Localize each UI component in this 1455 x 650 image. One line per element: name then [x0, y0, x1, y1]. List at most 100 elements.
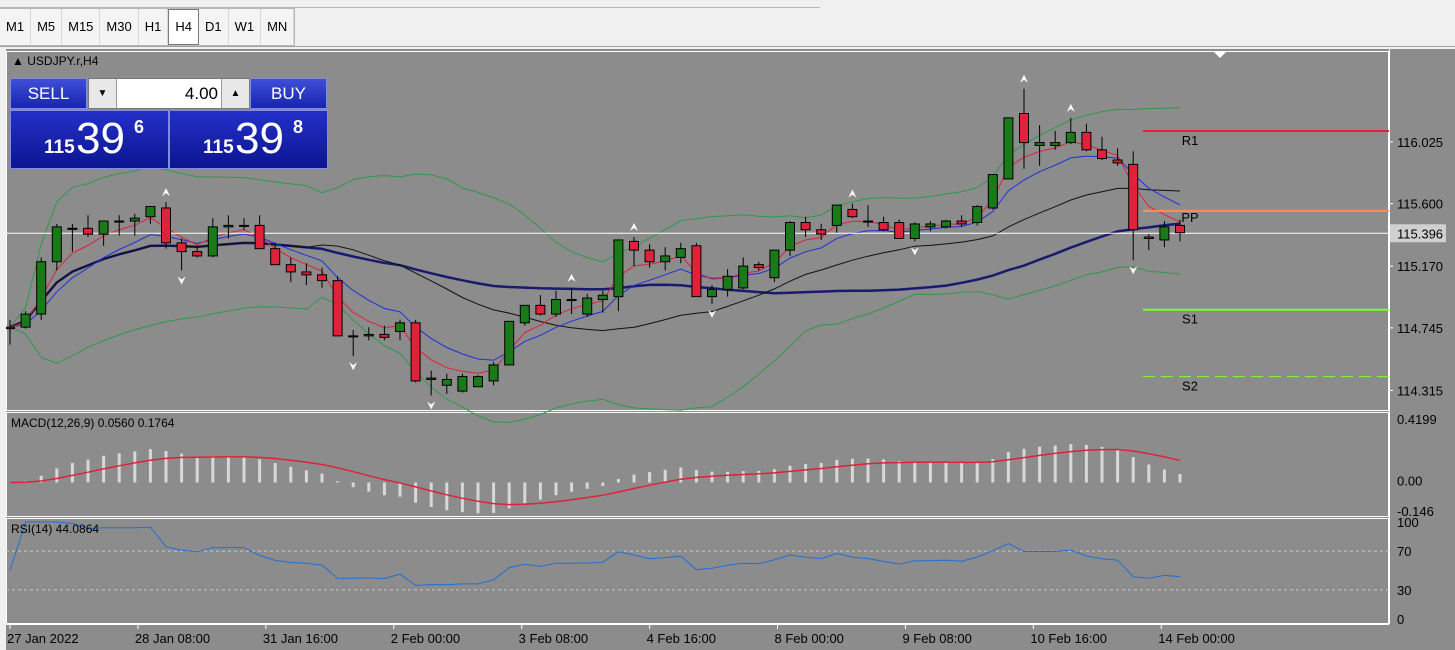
chart-shift-icon: [1213, 51, 1227, 58]
time-axis-label: 4 Feb 16:00: [647, 631, 716, 646]
candle: [660, 247, 671, 271]
candle: [987, 174, 998, 210]
candle-body: [1003, 117, 1014, 180]
candle-body: [566, 299, 577, 302]
candle: [535, 295, 546, 316]
candle-body: [753, 264, 764, 269]
candle: [129, 213, 140, 236]
candle-body: [785, 222, 795, 251]
candle-body: [941, 220, 951, 228]
candle: [909, 222, 920, 242]
fractal-up-icon: [567, 273, 576, 282]
candle-body: [1034, 142, 1045, 146]
timeframe-d1[interactable]: D1: [199, 9, 229, 45]
fractal-down-icon: [1129, 266, 1138, 275]
rsi-title: RSI(14) 44.0864: [11, 522, 99, 536]
candle-body: [36, 261, 47, 315]
lot-decrease-icon[interactable]: ▼: [89, 79, 117, 108]
candle: [504, 320, 515, 366]
candle-body: [675, 248, 686, 258]
macd-signal-line: [9, 448, 1181, 506]
rsi-axis-label: 100: [1397, 515, 1419, 530]
current-price-tag-label: 115.396: [1397, 226, 1443, 241]
candle: [878, 216, 889, 232]
candle-body: [972, 206, 983, 224]
candle-body: [660, 255, 671, 263]
candle-body: [1175, 224, 1185, 234]
lot-size-input[interactable]: [118, 79, 218, 108]
candle-body: [363, 333, 374, 337]
candle: [785, 221, 795, 256]
candle-body: [67, 227, 78, 230]
candle-body: [551, 299, 561, 315]
candle-body: [1081, 131, 1092, 151]
candle: [145, 206, 156, 224]
timeframe-h1[interactable]: H1: [139, 9, 169, 45]
candle: [410, 319, 421, 383]
candle: [816, 223, 827, 240]
candle-body: [1143, 236, 1154, 239]
candle-body: [831, 204, 842, 226]
ask-price-box[interactable]: 115 39 8: [169, 110, 328, 169]
time-axis-label: 9 Feb 08:00: [902, 631, 971, 646]
pivot-r1-label: R1: [1182, 133, 1199, 148]
candle-body: [207, 226, 218, 257]
time-axis-label: 2 Feb 00:00: [391, 631, 460, 646]
candle-body: [285, 264, 296, 273]
candle-body: [738, 265, 749, 289]
timeframe-w1[interactable]: W1: [229, 9, 262, 45]
candle-body: [816, 229, 827, 235]
candle-body: [1159, 226, 1170, 241]
candle: [847, 203, 858, 219]
candle: [894, 219, 905, 239]
pivot-s2-label: S2: [1182, 379, 1198, 394]
timeframe-m15[interactable]: M15: [62, 9, 101, 45]
timeframe-m1[interactable]: M1: [0, 9, 32, 45]
ask-price-big: 39: [235, 114, 284, 163]
ask-price-pip: 8: [293, 117, 304, 137]
bid-price-box[interactable]: 115 39 6: [10, 110, 169, 169]
pivot-pp-label: PP: [1181, 210, 1198, 225]
candle-body: [800, 222, 811, 231]
candle: [691, 242, 702, 298]
lot-increase-icon[interactable]: ▲: [221, 79, 249, 108]
candle-body: [987, 174, 998, 209]
time-axis-label: 28 Jan 08:00: [135, 631, 210, 646]
candle-body: [457, 376, 468, 392]
candle-body: [192, 251, 203, 257]
candle-body: [332, 280, 343, 337]
timeframe-mn[interactable]: MN: [261, 9, 295, 45]
lot-size-field[interactable]: ▼ ▲: [88, 78, 250, 109]
candle: [36, 257, 47, 320]
candle-body: [223, 224, 234, 228]
candle-body: [254, 224, 265, 250]
time-axis-label: 8 Feb 00:00: [775, 631, 844, 646]
fractal-up-icon: [162, 188, 170, 197]
candle: [176, 238, 187, 271]
buy-button[interactable]: BUY: [250, 78, 327, 109]
candle-body: [114, 220, 125, 223]
candle-body: [504, 320, 515, 366]
candle-body: [301, 271, 312, 276]
candle: [363, 327, 374, 341]
macd-title: MACD(12,26,9) 0.0560 0.1764: [11, 416, 175, 430]
timeframe-m30[interactable]: M30: [100, 9, 139, 45]
candle-body: [722, 275, 733, 290]
sell-button[interactable]: SELL: [10, 78, 87, 109]
toolbar: M1 M5 M15 M30 H1 H4 D1 W1 MN: [0, 0, 1455, 47]
candle: [551, 290, 561, 317]
candle: [98, 220, 109, 246]
candle: [20, 311, 31, 329]
macd-axis-label: 0.00: [1397, 473, 1422, 488]
candle-body: [1050, 142, 1061, 146]
price-axis-label: 114.315: [1397, 383, 1443, 398]
candle-body: [535, 304, 546, 315]
fractal-down-icon: [910, 247, 919, 256]
candle-body: [51, 226, 62, 263]
fractal-down-icon: [177, 276, 186, 285]
timeframe-m5[interactable]: M5: [31, 9, 63, 45]
candle: [800, 216, 811, 238]
collapse-triangle-icon[interactable]: ▲: [12, 54, 24, 68]
candle-body: [395, 322, 405, 333]
timeframe-h4[interactable]: H4: [168, 9, 199, 45]
